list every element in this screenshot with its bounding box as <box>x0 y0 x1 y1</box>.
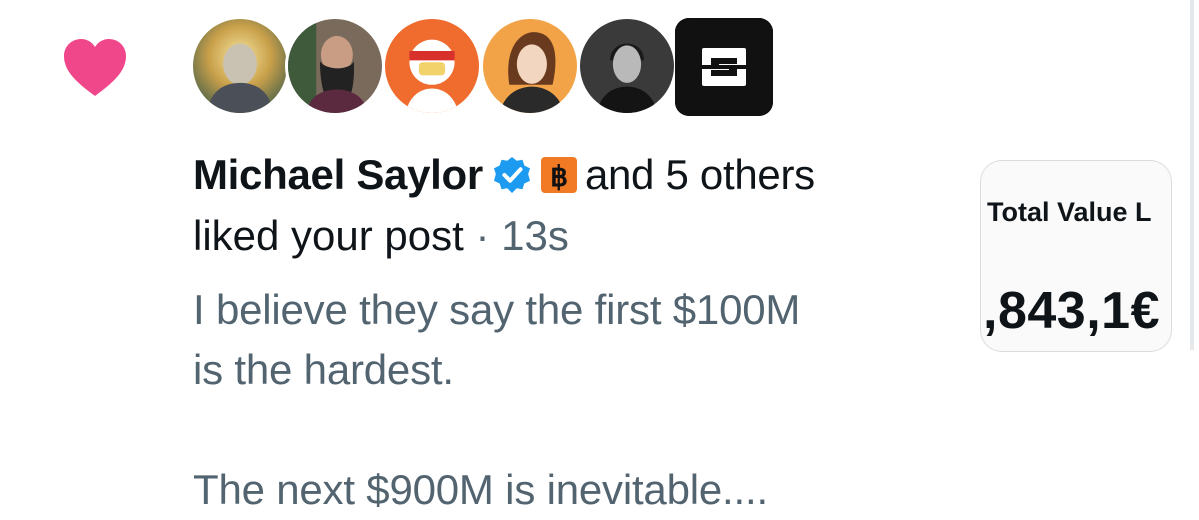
scrollbar[interactable] <box>1190 0 1194 350</box>
avatar[interactable] <box>675 18 773 116</box>
separator: · <box>475 212 490 259</box>
media-preview[interactable]: Total Value L ,843,1€ <box>980 160 1172 352</box>
preview-label: Total Value L <box>987 197 1152 227</box>
bitcoin-badge-icon: ฿ <box>540 154 577 193</box>
post-text[interactable]: I believe they say the first $100M is th… <box>193 280 953 520</box>
others-text[interactable]: and 5 others <box>585 151 815 198</box>
post-line: The next $900M is inevitable.... <box>193 466 768 513</box>
notification-title: Michael Saylor ฿ and 5 others <box>193 150 815 200</box>
avatar[interactable] <box>285 16 385 116</box>
heart-icon <box>62 38 128 98</box>
avatar[interactable] <box>382 16 482 116</box>
avatar[interactable] <box>577 16 677 116</box>
post-line: is the hardest. <box>193 346 454 393</box>
post-line: I believe they say the first $100M <box>193 286 801 333</box>
preview-value: ,843,1€ <box>983 282 1160 340</box>
avatar[interactable] <box>480 16 580 116</box>
svg-text:฿: ฿ <box>550 161 568 192</box>
notification-action: liked your post · 13s <box>193 211 569 261</box>
actor-name[interactable]: Michael Saylor <box>193 151 483 198</box>
verified-badge-icon <box>493 155 531 194</box>
action-text: liked your post <box>193 212 464 259</box>
timestamp: 13s <box>501 212 569 259</box>
liker-avatars <box>190 16 780 118</box>
avatar[interactable] <box>190 16 290 116</box>
